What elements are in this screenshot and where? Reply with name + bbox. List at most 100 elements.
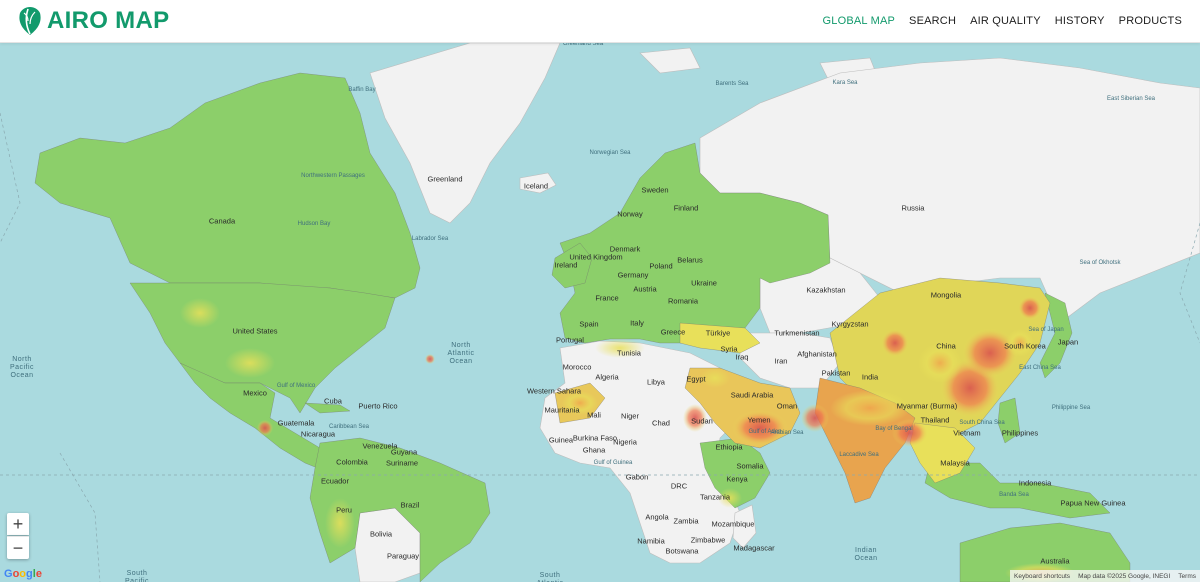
map-label-labrador-sea: Labrador Sea bbox=[411, 236, 449, 242]
map-label-t-rkiye: Türkiye bbox=[705, 328, 731, 338]
app-title: AIRO MAP bbox=[47, 7, 170, 34]
nav-search[interactable]: SEARCH bbox=[909, 15, 956, 27]
nav-global-map[interactable]: GLOBAL MAP bbox=[823, 15, 896, 27]
map-label-india: India bbox=[861, 372, 879, 382]
map-label-angola: Angola bbox=[645, 512, 669, 522]
zoom-out-button[interactable]: − bbox=[7, 536, 29, 559]
map-canvas[interactable] bbox=[0, 43, 1200, 582]
map-label-iceland: Iceland bbox=[523, 181, 549, 191]
map-label-sea-of-okhotsk: Sea of Okhotsk bbox=[1079, 260, 1121, 266]
map-label-saudi-arabia: Saudi Arabia bbox=[730, 390, 774, 400]
map-label-brazil: Brazil bbox=[400, 500, 420, 510]
nav-history[interactable]: HISTORY bbox=[1055, 15, 1105, 27]
map-label-oman: Oman bbox=[776, 401, 798, 411]
map-label-denmark: Denmark bbox=[609, 244, 641, 254]
map-label-papua-new-guinea: Papua New Guinea bbox=[1060, 498, 1126, 508]
map-label-australia: Australia bbox=[1040, 556, 1070, 566]
map-label-austria: Austria bbox=[633, 284, 657, 294]
map-label-france: France bbox=[595, 293, 619, 303]
map-label-russia: Russia bbox=[901, 203, 925, 213]
map-label-kazakhstan: Kazakhstan bbox=[806, 285, 846, 295]
map-label-germany: Germany bbox=[617, 270, 649, 280]
map-label-bolivia: Bolivia bbox=[369, 529, 393, 539]
map-label-belarus: Belarus bbox=[677, 255, 703, 265]
map-label-turkmenistan: Turkmenistan bbox=[774, 328, 820, 338]
map-label-east-china-sea: East China Sea bbox=[1019, 365, 1061, 371]
map-label-kenya: Kenya bbox=[726, 474, 748, 484]
map-label-north-pacific-ocean: North Pacific Ocean bbox=[9, 356, 35, 379]
map-label-greece: Greece bbox=[660, 327, 686, 337]
leaf-logo-icon bbox=[19, 7, 41, 35]
map-label-greenland: Greenland bbox=[427, 174, 463, 184]
map-label-thailand: Thailand bbox=[920, 415, 950, 425]
map-label-finland: Finland bbox=[673, 203, 699, 213]
map-label-drc: DRC bbox=[670, 481, 688, 491]
map-label-ecuador: Ecuador bbox=[321, 476, 349, 486]
map-label-botswana: Botswana bbox=[665, 546, 699, 556]
map-label-egypt: Egypt bbox=[686, 374, 706, 384]
top-navigation-bar: AIRO MAP GLOBAL MAP SEARCH AIR QUALITY HIST… bbox=[0, 0, 1200, 43]
keyboard-shortcuts-link[interactable]: Keyboard shortcuts bbox=[1010, 573, 1074, 580]
map-label-philippine-sea: Philippine Sea bbox=[1051, 405, 1091, 411]
map-label-baffin-bay: Baffin Bay bbox=[348, 87, 376, 93]
map-label-mozambique: Mozambique bbox=[711, 519, 755, 529]
map-label-gulf-of-mexico: Gulf of Mexico bbox=[276, 383, 316, 389]
map-label-madagascar: Madagascar bbox=[733, 543, 775, 553]
map-data-credit: Map data ©2025 Google, INEGI bbox=[1078, 572, 1171, 580]
map-label-ireland: Ireland bbox=[554, 260, 578, 270]
map-label-bay-of-bengal: Bay of Bengal bbox=[875, 426, 913, 432]
map-label-libya: Libya bbox=[647, 377, 665, 387]
map-label-greenland-sea: Greenland Sea bbox=[562, 43, 604, 47]
terms-link[interactable]: Terms bbox=[1174, 573, 1200, 580]
map-label-iran: Iran bbox=[774, 356, 788, 366]
map-label-east-siberian-sea: East Siberian Sea bbox=[1106, 96, 1156, 102]
google-logo[interactable]: Google bbox=[4, 568, 42, 580]
map-label-south-china-sea: South China Sea bbox=[959, 420, 1005, 426]
map-label-guatemala: Guatemala bbox=[277, 418, 315, 428]
map-label-puerto-rico: Puerto Rico bbox=[358, 401, 398, 411]
map-label-tunisia: Tunisia bbox=[617, 348, 641, 358]
map-label-barents-sea: Barents Sea bbox=[715, 81, 749, 87]
map-label-pakistan: Pakistan bbox=[821, 368, 851, 378]
map-label-niger: Niger bbox=[621, 411, 639, 421]
map-label-indian-ocean: Indian Ocean bbox=[854, 547, 878, 562]
map-label-laccadive-sea: Laccadive Sea bbox=[839, 452, 879, 458]
map-label-gulf-of-guinea: Gulf of Guinea bbox=[593, 460, 633, 466]
map-label-hudson-bay: Hudson Bay bbox=[297, 221, 331, 227]
map-label-nicaragua: Nicaragua bbox=[300, 429, 336, 439]
map-label-sea-of-japan: Sea of Japan bbox=[1028, 327, 1064, 333]
map-label-guyana: Guyana bbox=[390, 447, 418, 457]
map-label-ghana: Ghana bbox=[582, 445, 606, 455]
map-label-zambia: Zambia bbox=[673, 516, 699, 526]
main-nav: GLOBAL MAP SEARCH AIR QUALITY HISTORY PRODUC… bbox=[809, 0, 1182, 42]
map-label-sweden: Sweden bbox=[641, 185, 669, 195]
map-label-yemen: Yemen bbox=[747, 415, 771, 425]
map-label-peru: Peru bbox=[336, 505, 352, 515]
map-label-algeria: Algeria bbox=[595, 372, 619, 382]
map-label-philippines: Philippines bbox=[1001, 428, 1039, 438]
airo-map-logo[interactable]: AIRO MAP bbox=[16, 6, 169, 36]
map-label-guinea: Guinea bbox=[548, 435, 574, 445]
map-label-caribbean-sea: Caribbean Sea bbox=[328, 424, 370, 430]
map-label-sudan: Sudan bbox=[691, 416, 713, 426]
map-label-tanzania: Tanzania bbox=[699, 492, 731, 502]
nav-products[interactable]: PRODUCTS bbox=[1119, 15, 1182, 27]
map-label-gabon: Gabon bbox=[625, 472, 649, 482]
map-attribution-bar: Keyboard shortcuts Map data ©2025 Google… bbox=[1010, 570, 1200, 582]
map-label-south-korea: South Korea bbox=[1004, 341, 1046, 351]
map-label-china: China bbox=[936, 341, 956, 351]
map-label-western-sahara: Western Sahara bbox=[526, 386, 582, 396]
zoom-in-button[interactable]: + bbox=[7, 513, 29, 535]
nav-air-quality[interactable]: AIR QUALITY bbox=[970, 15, 1041, 27]
map-label-gulf-of-aden: Gulf of Aden bbox=[748, 429, 782, 435]
map-label-mexico: Mexico bbox=[243, 388, 267, 398]
map-label-south-pacific: South Pacific bbox=[124, 570, 150, 582]
map-label-suriname: Suriname bbox=[385, 458, 419, 468]
map-label-paraguay: Paraguay bbox=[386, 551, 420, 561]
map-label-mali: Mali bbox=[587, 410, 601, 420]
map-label-vietnam: Vietnam bbox=[953, 428, 981, 438]
global-air-quality-map[interactable]: Greenland Sea Baffin Bay Barents Sea Kara S… bbox=[0, 43, 1200, 582]
map-label-romania: Romania bbox=[667, 296, 699, 306]
map-label-poland: Poland bbox=[649, 261, 673, 271]
map-label-canada: Canada bbox=[208, 216, 236, 226]
